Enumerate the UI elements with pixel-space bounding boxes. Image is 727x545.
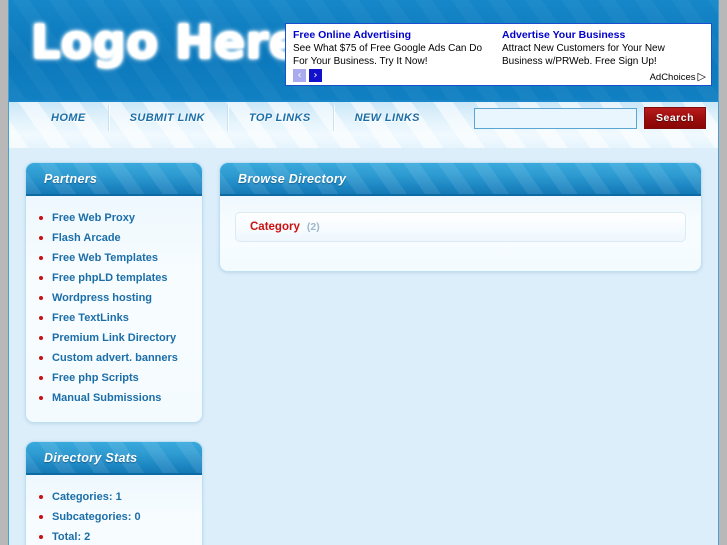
list-item: Subcategories: 0	[26, 507, 202, 527]
nav-item-home[interactable]: HOME	[29, 102, 108, 134]
directory-stats-panel: Directory Stats Categories: 1 Subcategor…	[25, 441, 203, 545]
directory-stats-panel-header: Directory Stats	[26, 442, 202, 475]
adchoices-triangle-icon: ▷	[697, 71, 706, 83]
ad-left-body: See What $75 of Free Google Ads Can Do F…	[293, 43, 482, 67]
browser-viewport: Logo Here Free Online Advertising See Wh…	[8, 0, 719, 545]
site-header: Logo Here Free Online Advertising See Wh…	[9, 0, 718, 100]
list-item[interactable]: Free Web Templates	[26, 248, 202, 268]
site-logo[interactable]: Logo Here	[31, 19, 301, 65]
list-item[interactable]: Manual Submissions	[26, 388, 202, 408]
browse-directory-panel-header: Browse Directory	[220, 163, 701, 196]
directory-stats-panel-title: Directory Stats	[44, 450, 138, 465]
nav-menu: HOME SUBMIT LINK TOP LINKS NEW LINKS	[29, 102, 442, 134]
list-item[interactable]: Custom advert. banners	[26, 348, 202, 368]
list-item[interactable]: Free TextLinks	[26, 308, 202, 328]
partners-panel-header: Partners	[26, 163, 202, 196]
nav-item-submit-link[interactable]: SUBMIT LINK	[107, 102, 227, 134]
list-item[interactable]: Premium Link Directory	[26, 328, 202, 348]
ad-slot-right: Advertise Your Business Attract New Cust…	[502, 29, 707, 68]
main-content: Browse Directory Category (2)	[219, 162, 702, 272]
page-body: Partners Free Web Proxy Flash Arcade Fre…	[9, 148, 718, 545]
list-item[interactable]: Wordpress hosting	[26, 288, 202, 308]
search-form: Search	[474, 107, 706, 129]
directory-stats-list: Categories: 1 Subcategories: 0 Total: 2 …	[26, 487, 202, 545]
adchoices-label: AdChoices	[649, 72, 696, 83]
ad-left-title[interactable]: Free Online Advertising	[293, 29, 498, 42]
list-item: Total: 2	[26, 527, 202, 545]
list-item: Categories: 1	[26, 487, 202, 507]
list-item[interactable]: Free Web Proxy	[26, 208, 202, 228]
ad-right-title[interactable]: Advertise Your Business	[502, 29, 707, 42]
category-count: (2)	[306, 221, 320, 233]
partners-panel-title: Partners	[44, 171, 98, 186]
adchoices-link[interactable]: AdChoices ▷	[649, 71, 706, 84]
browse-directory-panel-body: Category (2)	[220, 196, 701, 271]
search-button[interactable]: Search	[644, 107, 706, 129]
ad-next-arrow-icon[interactable]: ›	[309, 69, 322, 82]
page-title: Browse Directory	[238, 171, 347, 186]
list-item[interactable]: Free phpLD templates	[26, 268, 202, 288]
nav-item-top-links[interactable]: TOP LINKS	[226, 102, 333, 134]
ad-slot-left: Free Online Advertising See What $75 of …	[293, 29, 498, 68]
sidebar: Partners Free Web Proxy Flash Arcade Fre…	[25, 162, 203, 545]
list-item[interactable]: Flash Arcade	[26, 228, 202, 248]
directory-stats-panel-body: Categories: 1 Subcategories: 0 Total: 2 …	[26, 475, 202, 545]
partners-list: Free Web Proxy Flash Arcade Free Web Tem…	[26, 208, 202, 408]
category-link[interactable]: Category	[250, 221, 300, 233]
category-row: Category (2)	[235, 212, 686, 242]
page-root: Logo Here Free Online Advertising See Wh…	[0, 0, 727, 545]
ad-pagination: ‹ ›	[293, 69, 322, 82]
browse-directory-panel: Browse Directory Category (2)	[219, 162, 702, 272]
nav-item-new-links[interactable]: NEW LINKS	[332, 102, 442, 134]
search-input[interactable]	[474, 107, 637, 129]
ad-prev-arrow-icon[interactable]: ‹	[293, 69, 306, 82]
advertisement-banner: Free Online Advertising See What $75 of …	[285, 23, 712, 86]
navigation-bar: HOME SUBMIT LINK TOP LINKS NEW LINKS Sea…	[9, 100, 718, 148]
partners-panel: Partners Free Web Proxy Flash Arcade Fre…	[25, 162, 203, 423]
ad-right-body: Attract New Customers for Your New Busin…	[502, 43, 665, 67]
partners-panel-body: Free Web Proxy Flash Arcade Free Web Tem…	[26, 196, 202, 422]
list-item[interactable]: Free php Scripts	[26, 368, 202, 388]
